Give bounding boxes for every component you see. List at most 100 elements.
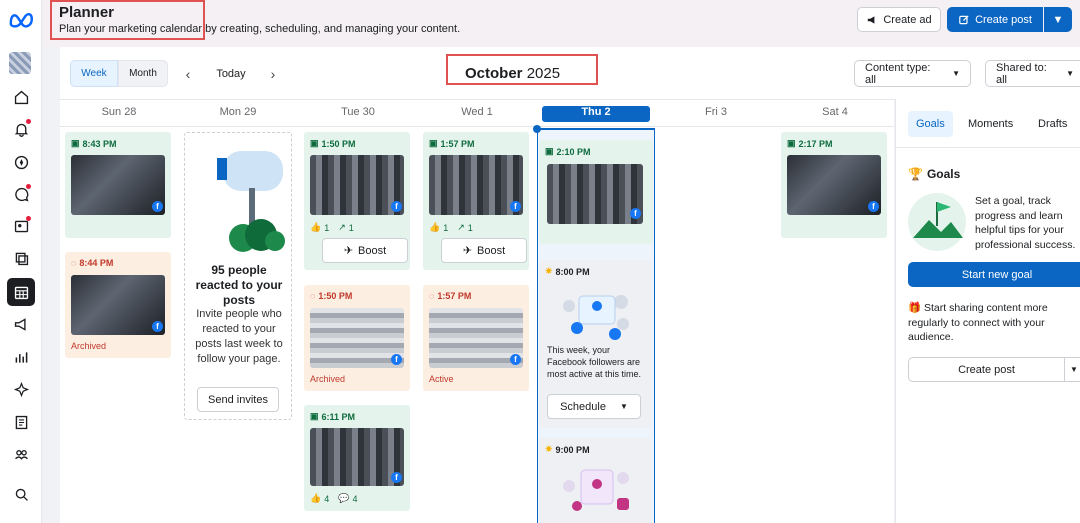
current-month-label: October 2025	[465, 65, 561, 82]
messages-icon[interactable]	[9, 182, 33, 206]
start-new-goal-button[interactable]: Start new goal	[908, 262, 1080, 287]
invite-suggestion-card: 95 people reacted to your posts Invite p…	[184, 132, 292, 420]
post-icon: ▣	[310, 411, 319, 421]
facebook-icon: f	[630, 208, 641, 219]
pages-icon[interactable]	[9, 410, 33, 434]
rocket-icon: ✈	[462, 245, 473, 257]
post-icon: ▣	[787, 138, 796, 148]
page-subtitle: Plan your marketing calendar by creating…	[59, 23, 461, 35]
panel-create-post-dropdown[interactable]: ▼	[1064, 357, 1080, 382]
best-time-suggestion-card: ✷ 9:00 PM	[539, 438, 651, 523]
left-nav-rail	[0, 0, 42, 523]
week-calendar: Sun 28 Mon 29 Tue 30 Wed 1 Thu 2 Fri 3 S…	[60, 99, 894, 523]
post-icon: ▣	[71, 138, 80, 148]
facebook-icon: f	[391, 472, 402, 483]
promo-title: 95 people reacted to your posts	[195, 263, 283, 307]
caret-down-icon: ▼	[1070, 365, 1078, 374]
best-time-suggestion-card: ✷ 8:00 PM This week, your Facebook follow…	[539, 260, 651, 428]
status-label: Archived	[310, 374, 346, 384]
post-thumbnail	[310, 155, 404, 215]
day-header-wed: Wed 1	[461, 106, 493, 118]
side-panel: Goals Moments Drafts 🏆 Goals Set a goal, …	[895, 99, 1080, 523]
content-type-filter[interactable]: Content type: all ▼	[854, 60, 971, 87]
facebook-icon: f	[868, 201, 879, 212]
audience-icon[interactable]	[9, 442, 33, 466]
chevron-right-icon: ›	[270, 65, 276, 82]
search-icon[interactable]	[9, 482, 33, 506]
day-header-sun: Sun 28	[101, 106, 137, 118]
meta-logo-icon[interactable]	[8, 10, 36, 28]
caret-down-icon: ▼	[1066, 69, 1074, 78]
promo-body: Invite people who reacted to your posts …	[195, 308, 283, 365]
explore-icon[interactable]	[9, 150, 33, 174]
archived-icon: ◌	[310, 291, 316, 301]
post-card[interactable]: ◌ 1:50 PM f Archived	[304, 285, 410, 391]
post-card[interactable]: ◌ 8:44 PM f Archived	[65, 252, 171, 358]
goals-heading: 🏆 Goals	[908, 167, 961, 181]
post-card[interactable]: ◌ 1:57 PM f Active	[423, 285, 529, 391]
comment-icon: 💬	[338, 493, 350, 503]
contacts-icon[interactable]	[9, 214, 33, 238]
post-icon: ▣	[545, 146, 554, 156]
sun-icon: ✷	[545, 266, 553, 276]
panel-create-post-button[interactable]: Create post	[908, 357, 1065, 382]
next-week-button[interactable]: ›	[263, 60, 283, 87]
view-week-button[interactable]: Week	[70, 60, 118, 87]
post-thumbnail	[71, 155, 165, 215]
today-button[interactable]: Today	[208, 60, 254, 87]
day-header-mon: Mon 29	[219, 106, 257, 118]
content-icon[interactable]	[9, 246, 33, 270]
day-header-tue: Tue 30	[341, 106, 375, 118]
trophy-icon: 🏆	[908, 167, 923, 181]
post-card[interactable]: ▣ 2:10 PM f	[539, 140, 653, 244]
create-ad-button[interactable]: Create ad	[857, 7, 941, 32]
best-time-text: This week, your Facebook followers are m…	[547, 345, 642, 379]
goal-flag-illustration-icon	[908, 193, 966, 251]
day-header-sat: Sat 4	[822, 106, 848, 118]
calendar-toolbar: Week Month ‹ Today › October 2025 Conten…	[60, 47, 1080, 99]
previous-week-button[interactable]: ‹	[178, 60, 198, 87]
tab-drafts[interactable]: Drafts	[1030, 111, 1075, 137]
post-card[interactable]: ▣ 1:57 PM f 👍 1 ↗ 1 ✈ Boost	[423, 132, 529, 270]
post-thumbnail	[547, 164, 643, 224]
shared-to-filter[interactable]: Shared to: all ▼	[985, 60, 1080, 87]
schedule-button[interactable]: Schedule ▼	[547, 394, 641, 419]
notifications-icon[interactable]	[9, 117, 33, 141]
create-post-label: Create post	[975, 13, 1032, 26]
view-month-button[interactable]: Month	[118, 60, 168, 87]
gift-icon: 🎁	[908, 302, 922, 314]
status-label: Archived	[71, 341, 107, 351]
home-icon[interactable]	[9, 85, 33, 109]
caret-down-icon: ▼	[952, 69, 960, 78]
tab-moments[interactable]: Moments	[960, 111, 1021, 137]
chevron-left-icon: ‹	[185, 65, 191, 82]
planner-icon[interactable]	[7, 278, 35, 306]
post-card[interactable]: ▣ 1:50 PM f 👍 1 ↗ 1 ✈ Boost	[304, 132, 410, 270]
mailbox-illustration-icon	[217, 151, 285, 252]
tools-icon[interactable]	[9, 377, 33, 401]
send-invites-button[interactable]: Send invites	[197, 387, 279, 412]
page-avatar[interactable]	[9, 52, 31, 74]
post-card[interactable]: ▣ 6:11 PM f 👍 4 💬 4	[304, 405, 410, 511]
rocket-icon: ✈	[343, 245, 354, 257]
insights-icon[interactable]	[9, 345, 33, 369]
facebook-icon: f	[152, 201, 163, 212]
boost-button[interactable]: ✈ Boost	[441, 238, 527, 263]
like-icon: 👍	[429, 222, 441, 232]
create-post-button[interactable]: Create post	[947, 7, 1043, 32]
post-card[interactable]: ▣ 2:17 PM f	[781, 132, 887, 238]
post-card[interactable]: ▣ 8:43 PM f	[65, 132, 171, 238]
like-icon: 👍	[310, 493, 322, 503]
post-stats: 👍 4 💬 4	[310, 493, 358, 504]
post-thumbnail	[787, 155, 881, 215]
tab-goals[interactable]: Goals	[908, 111, 953, 137]
instagram-illustration-icon	[563, 469, 629, 511]
current-time-marker	[533, 125, 541, 133]
boost-button[interactable]: ✈ Boost	[322, 238, 408, 263]
facebook-icon: f	[391, 201, 402, 212]
create-post-dropdown[interactable]: ▼	[1044, 7, 1072, 32]
caret-down-icon: ▼	[619, 402, 628, 411]
day-header-thu-today: Thu 2	[542, 106, 650, 122]
tip-text: 🎁 Start sharing content more regularly t…	[908, 302, 1048, 343]
ads-icon[interactable]	[9, 312, 33, 336]
